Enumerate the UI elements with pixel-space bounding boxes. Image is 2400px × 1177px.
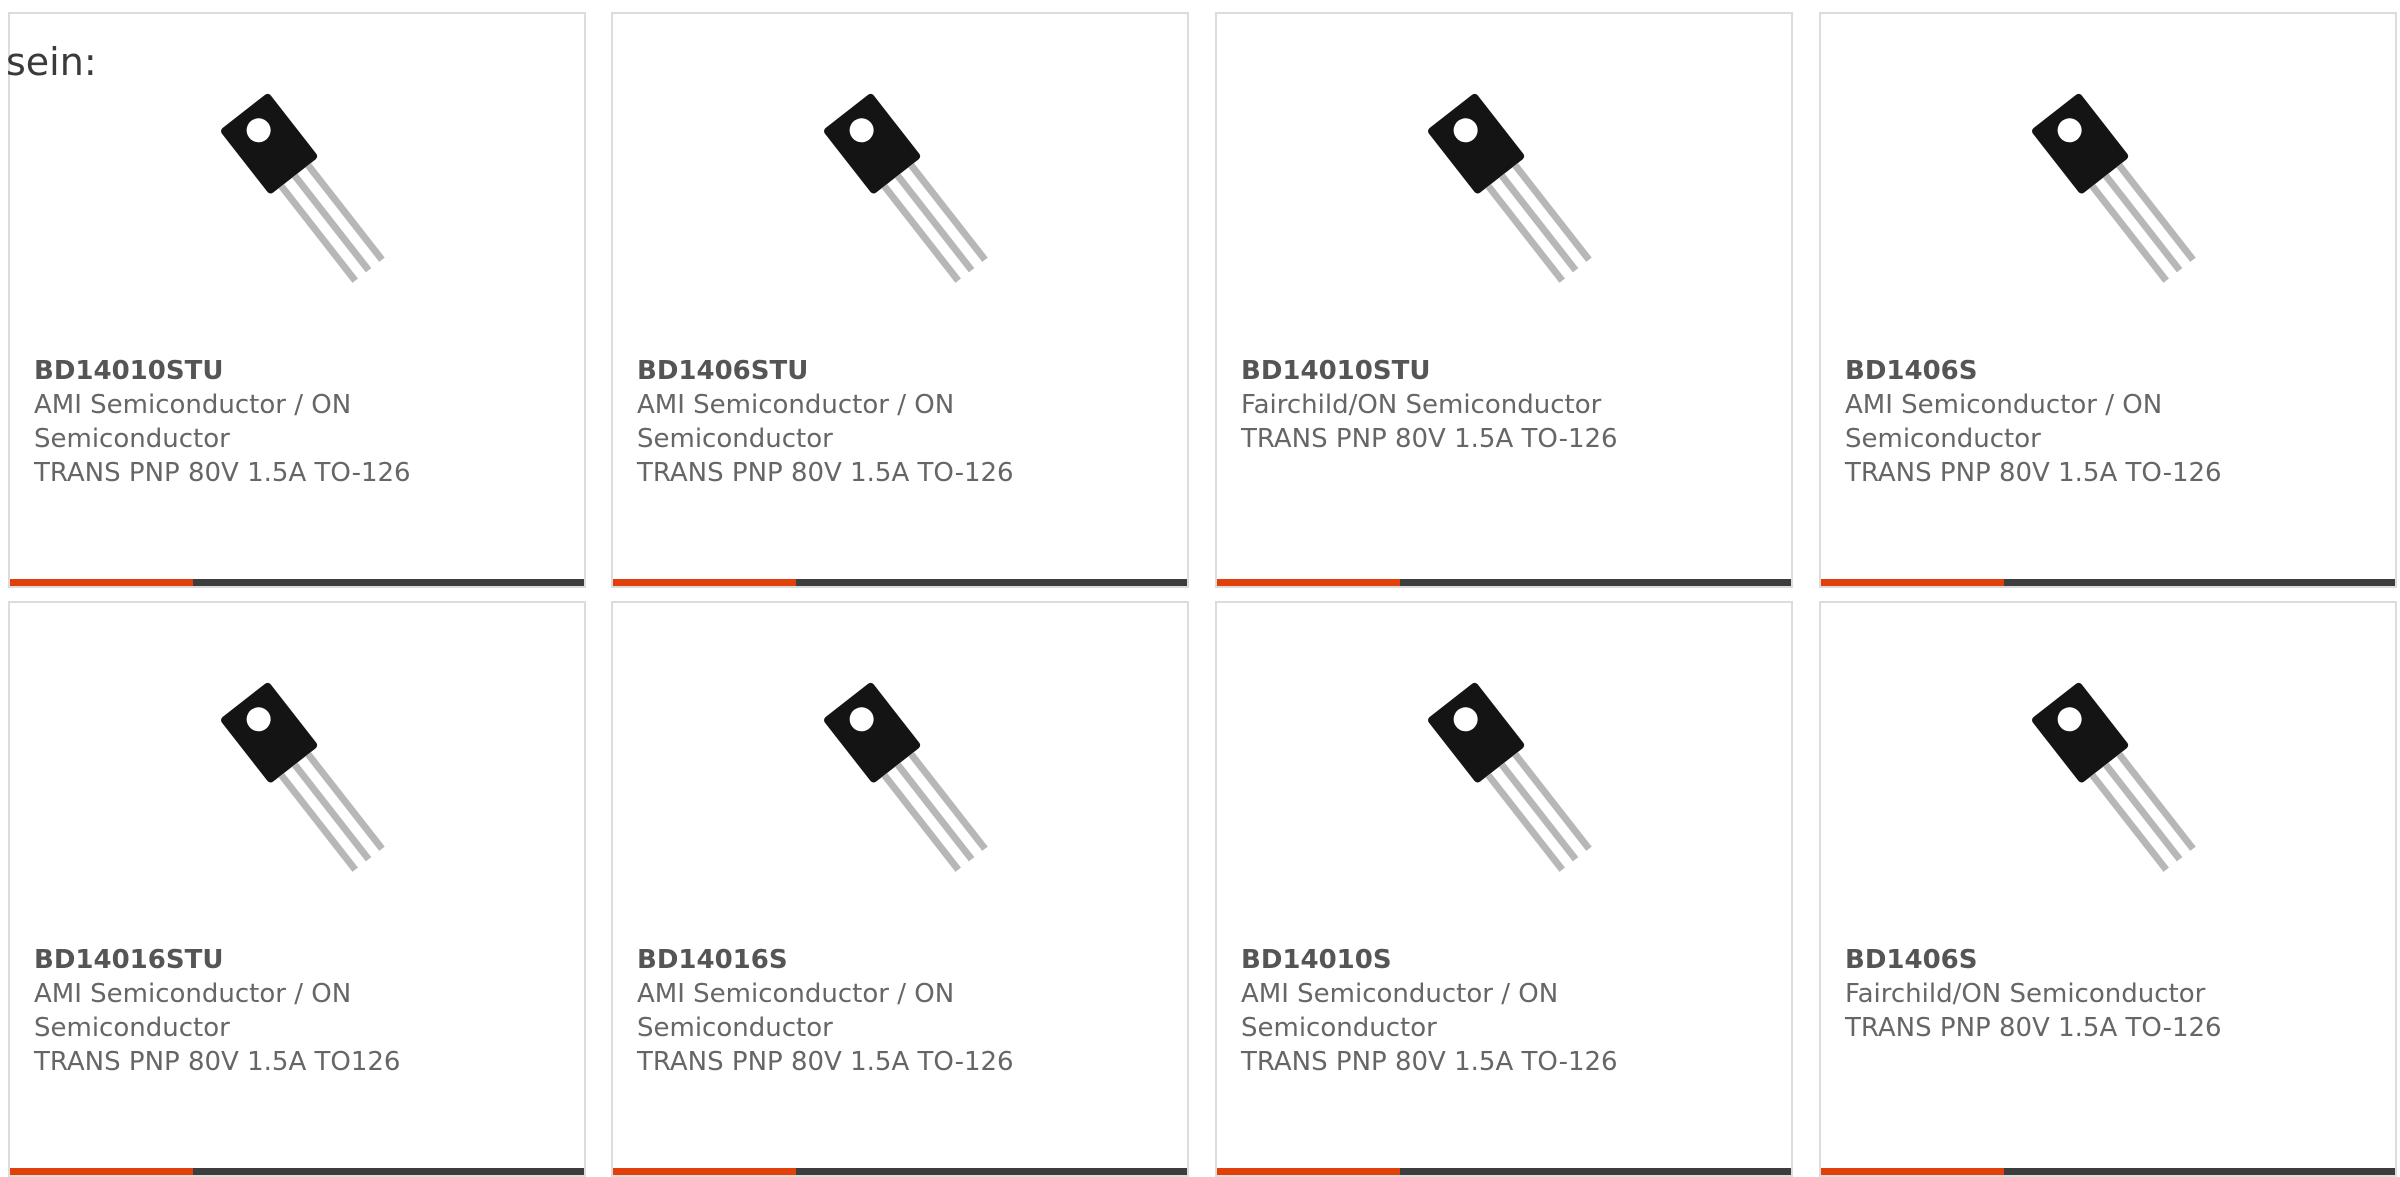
product-card[interactable]: BD1406S AMI Semiconductor / ON Semicondu… xyxy=(1819,12,2397,588)
transistor-to126-icon xyxy=(2032,682,2196,872)
intro-text: sein: xyxy=(6,40,97,84)
manufacturer: AMI Semiconductor / ON Semiconductor xyxy=(34,390,352,454)
description: TRANS PNP 80V 1.5A TO-126 xyxy=(1241,424,1618,454)
product-info: BD14010STU Fairchild/ON Semiconductor TR… xyxy=(1241,354,1761,456)
card-accent-bar xyxy=(10,1168,193,1175)
transistor-to126-icon xyxy=(221,682,385,872)
card-footer-bar xyxy=(613,579,1187,586)
part-number-link[interactable]: BD14016STU xyxy=(34,943,554,977)
transistor-to126-icon xyxy=(2032,93,2196,283)
manufacturer: AMI Semiconductor / ON Semiconductor xyxy=(1241,979,1559,1043)
card-footer-bar xyxy=(613,1168,1187,1175)
card-footer-bar xyxy=(1217,1168,1791,1175)
manufacturer: AMI Semiconductor / ON Semiconductor xyxy=(34,979,352,1043)
part-number-link[interactable]: BD1406STU xyxy=(637,354,1157,388)
product-info: BD14016STU AMI Semiconductor / ON Semico… xyxy=(34,943,554,1079)
product-card[interactable]: BD14010STU Fairchild/ON Semiconductor TR… xyxy=(1215,12,1793,588)
product-card[interactable]: BD1406S Fairchild/ON Semiconductor TRANS… xyxy=(1819,601,2397,1177)
description: TRANS PNP 80V 1.5A TO-126 xyxy=(1845,458,2222,488)
manufacturer: AMI Semiconductor / ON Semiconductor xyxy=(1845,390,2163,454)
transistor-to126-icon xyxy=(1428,682,1592,872)
manufacturer: AMI Semiconductor / ON Semiconductor xyxy=(637,390,955,454)
product-info: BD1406STU AMI Semiconductor / ON Semicon… xyxy=(637,354,1157,490)
part-number-link[interactable]: BD1406S xyxy=(1845,354,2365,388)
product-card[interactable]: BD14016S AMI Semiconductor / ON Semicond… xyxy=(611,601,1189,1177)
card-accent-bar xyxy=(10,579,193,586)
product-card[interactable]: BD14010S AMI Semiconductor / ON Semicond… xyxy=(1215,601,1793,1177)
card-accent-bar xyxy=(1217,579,1400,586)
card-accent-bar xyxy=(1821,579,2004,586)
product-grid: BD14010STU AMI Semiconductor / ON Semico… xyxy=(8,12,2400,1177)
description: TRANS PNP 80V 1.5A TO126 xyxy=(34,1047,401,1077)
manufacturer: Fairchild/ON Semiconductor xyxy=(1241,390,1602,420)
product-info: BD14010S AMI Semiconductor / ON Semicond… xyxy=(1241,943,1761,1079)
part-number-link[interactable]: BD14016S xyxy=(637,943,1157,977)
part-number-link[interactable]: BD1406S xyxy=(1845,943,2365,977)
card-accent-bar xyxy=(1217,1168,1400,1175)
card-accent-bar xyxy=(613,579,796,586)
product-info: BD14016S AMI Semiconductor / ON Semicond… xyxy=(637,943,1157,1079)
part-number-link[interactable]: BD14010STU xyxy=(34,354,554,388)
product-info: BD1406S AMI Semiconductor / ON Semicondu… xyxy=(1845,354,2365,490)
product-card[interactable]: BD14010STU AMI Semiconductor / ON Semico… xyxy=(8,12,586,588)
transistor-to126-icon xyxy=(824,682,988,872)
description: TRANS PNP 80V 1.5A TO-126 xyxy=(1845,1013,2222,1043)
product-info: BD14010STU AMI Semiconductor / ON Semico… xyxy=(34,354,554,490)
card-footer-bar xyxy=(10,1168,584,1175)
card-footer-bar xyxy=(1821,1168,2395,1175)
description: TRANS PNP 80V 1.5A TO-126 xyxy=(637,458,1014,488)
description: TRANS PNP 80V 1.5A TO-126 xyxy=(1241,1047,1618,1077)
card-footer-bar xyxy=(10,579,584,586)
card-accent-bar xyxy=(613,1168,796,1175)
product-card[interactable]: BD14016STU AMI Semiconductor / ON Semico… xyxy=(8,601,586,1177)
description: TRANS PNP 80V 1.5A TO-126 xyxy=(637,1047,1014,1077)
description: TRANS PNP 80V 1.5A TO-126 xyxy=(34,458,411,488)
card-footer-bar xyxy=(1217,579,1791,586)
manufacturer: AMI Semiconductor / ON Semiconductor xyxy=(637,979,955,1043)
transistor-to126-icon xyxy=(824,93,988,283)
manufacturer: Fairchild/ON Semiconductor xyxy=(1845,979,2206,1009)
card-accent-bar xyxy=(1821,1168,2004,1175)
transistor-to126-icon xyxy=(221,93,385,283)
card-footer-bar xyxy=(1821,579,2395,586)
product-info: BD1406S Fairchild/ON Semiconductor TRANS… xyxy=(1845,943,2365,1045)
part-number-link[interactable]: BD14010S xyxy=(1241,943,1761,977)
transistor-to126-icon xyxy=(1428,93,1592,283)
part-number-link[interactable]: BD14010STU xyxy=(1241,354,1761,388)
product-card[interactable]: BD1406STU AMI Semiconductor / ON Semicon… xyxy=(611,12,1189,588)
